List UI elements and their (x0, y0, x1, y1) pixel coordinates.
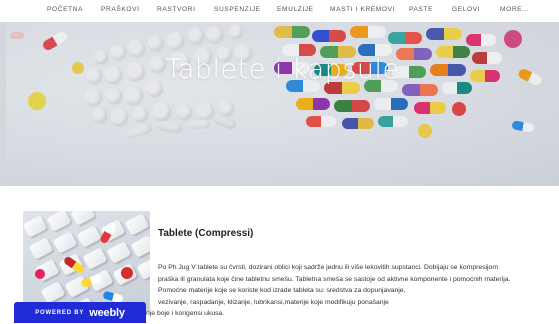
powered-by-label: POWERED BY (35, 309, 85, 316)
nav-item-paste[interactable]: PASTE (409, 6, 433, 13)
nav-item-gelovi[interactable]: GELOVI (452, 6, 480, 13)
weebly-logo: weebly (89, 306, 125, 319)
hero-overlay (6, 22, 559, 186)
article-paragraph-line: Pomoćne materije koje se koriste kod izr… (158, 287, 406, 294)
hero-banner: Tablete i kapsule (6, 22, 559, 186)
nav-item-pocetna[interactable]: POČETNA (47, 6, 83, 13)
nav-item-masti-kremovi[interactable]: MASTI I KREMOVI (330, 6, 395, 13)
nav-item-more[interactable]: MORE... (500, 6, 529, 13)
article-body: Po Ph Jug V tablete su čvrsti, dozirani … (146, 262, 558, 320)
article-paragraph-line: nje boje i korigensi ukusa. (146, 310, 225, 317)
article-paragraph-line: vezivanje, raspadanje, klizanje, lubrika… (158, 298, 389, 306)
nav-item-rastvori[interactable]: RASTVORI (157, 6, 196, 13)
powered-by-weebly-badge[interactable]: POWERED BY weebly (14, 302, 146, 323)
article-paragraph-line: praška ili granulata koje čine tabletnu … (158, 275, 511, 283)
nav-item-suspenzije[interactable]: SUSPENZIJE (214, 6, 261, 13)
article-image (23, 211, 150, 312)
nav-item-emulzije[interactable]: EMULZIJE (277, 6, 314, 13)
article-title: Tablete (Compressi) (158, 228, 254, 239)
article-paragraph-line: Po Ph Jug V tablete su čvrsti, dozirani … (158, 264, 499, 271)
hero-title: Tablete i kapsule (165, 54, 400, 85)
nav-item-praskovi[interactable]: PRAŠKOVI (101, 6, 140, 13)
top-navigation: POČETNA PRAŠKOVI RASTVORI SUSPENZIJE EMU… (0, 0, 559, 22)
